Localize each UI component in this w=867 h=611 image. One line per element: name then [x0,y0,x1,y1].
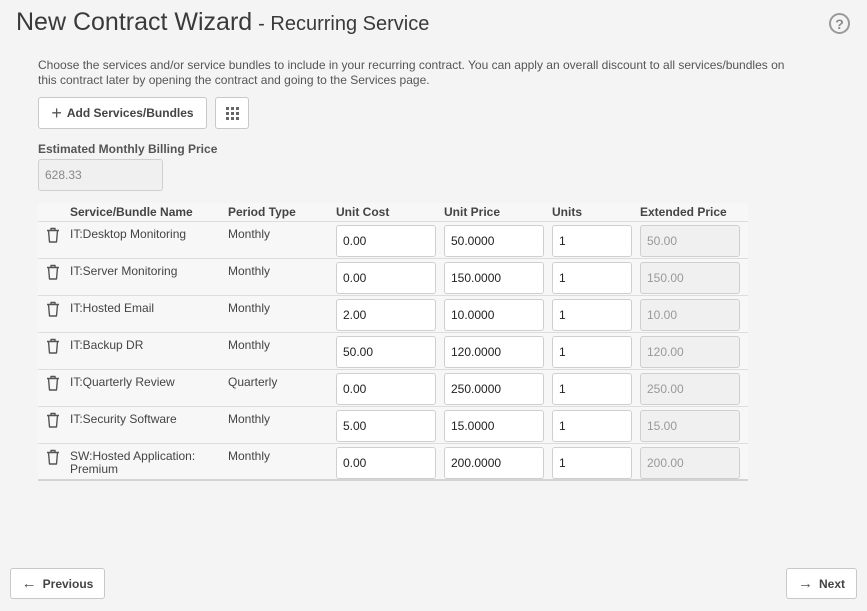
units-input[interactable]: 1 [552,373,632,405]
trash-icon[interactable] [46,264,60,280]
unit-cost-input[interactable]: 0.00 [336,262,436,294]
unit-price-input[interactable]: 120.0000 [444,336,544,368]
units-input[interactable]: 1 [552,299,632,331]
units-input[interactable]: 1 [552,447,632,479]
unit-price-input[interactable]: 200.0000 [444,447,544,479]
period-type: Monthly [228,338,271,352]
period-type: Monthly [228,227,271,241]
previous-label: Previous [42,576,94,591]
trash-icon[interactable] [46,449,60,465]
grid-view-button[interactable] [215,97,249,129]
unit-cost-input[interactable]: 0.00 [336,373,436,405]
table-row: IT:Quarterly Review Quarterly 0.00 250.0… [38,370,748,407]
service-name: SW:Hosted Application: Premium [70,449,196,476]
table-header: Service/Bundle Name Period Type Unit Cos… [38,203,748,222]
table-row: IT:Security Software Monthly 5.00 15.000… [38,407,748,444]
period-type: Monthly [228,412,271,426]
instructions-text: Choose the services and/or service bundl… [38,58,785,87]
help-icon[interactable]: ? [829,13,850,34]
page-subtitle: - Recurring Service [258,13,430,35]
table-row: SW:Hosted Application: Premium Monthly 0… [38,444,748,481]
unit-price-input[interactable]: 50.0000 [444,225,544,257]
arrow-left-icon: ← [21,575,37,592]
extended-price-field: 250.00 [640,373,740,405]
estimated-price-label: Estimated Monthly Billing Price [38,142,218,156]
service-name: IT:Quarterly Review [70,375,175,389]
table-row: IT:Hosted Email Monthly 2.00 10.0000 1 1… [38,296,748,333]
service-name: IT:Desktop Monitoring [70,227,187,241]
unit-price-input[interactable]: 15.0000 [444,410,544,442]
plus-icon: + [51,103,62,123]
next-label: Next [818,576,845,591]
grid-icon [225,106,239,120]
units-input[interactable]: 1 [552,336,632,368]
unit-price-input[interactable]: 150.0000 [444,262,544,294]
unit-price-input[interactable]: 10.0000 [444,299,544,331]
extended-price-field: 200.00 [640,447,740,479]
page-header: New Contract Wizard - Recurring Service [16,8,429,40]
page-title: New Contract Wizard [16,8,253,36]
services-table: Service/Bundle Name Period Type Unit Cos… [38,203,748,481]
unit-cost-input[interactable]: 50.00 [336,336,436,368]
unit-cost-input[interactable]: 2.00 [336,299,436,331]
service-name: IT:Server Monitoring [70,264,178,278]
trash-icon[interactable] [46,338,60,354]
unit-cost-input[interactable]: 0.00 [336,225,436,257]
header-name: Service/Bundle Name [70,205,193,219]
table-row: IT:Desktop Monitoring Monthly 0.00 50.00… [38,222,748,259]
table-row: IT:Backup DR Monthly 50.00 120.0000 1 12… [38,333,748,370]
extended-price-field: 15.00 [640,410,740,442]
header-unit-price: Unit Price [444,205,501,219]
trash-icon[interactable] [46,227,60,243]
header-units: Units [552,205,582,219]
table-row: IT:Server Monitoring Monthly 0.00 150.00… [38,259,748,296]
service-name: IT:Backup DR [70,338,144,352]
header-period-type: Period Type [228,205,296,219]
trash-icon[interactable] [46,301,60,317]
service-name: IT:Hosted Email [70,301,155,315]
extended-price-field: 50.00 [640,225,740,257]
period-type: Monthly [228,301,271,315]
unit-price-input[interactable]: 250.0000 [444,373,544,405]
units-input[interactable]: 1 [552,225,632,257]
units-input[interactable]: 1 [552,262,632,294]
arrow-right-icon: → [797,575,813,592]
period-type: Quarterly [228,375,278,389]
unit-cost-input[interactable]: 0.00 [336,447,436,479]
header-extended-price: Extended Price [640,205,727,219]
trash-icon[interactable] [46,412,60,428]
extended-price-field: 150.00 [640,262,740,294]
extended-price-field: 120.00 [640,336,740,368]
trash-icon[interactable] [46,375,60,391]
unit-cost-input[interactable]: 5.00 [336,410,436,442]
header-unit-cost: Unit Cost [336,205,390,219]
period-type: Monthly [228,264,271,278]
add-services-bundles-button[interactable]: + Add Services/Bundles [38,97,207,129]
estimated-price-field: 628.33 [38,159,163,191]
previous-button[interactable]: ← Previous [10,568,105,599]
units-input[interactable]: 1 [552,410,632,442]
service-name: IT:Security Software [70,412,177,426]
add-services-label: Add Services/Bundles [66,106,194,120]
period-type: Monthly [228,449,271,463]
extended-price-field: 10.00 [640,299,740,331]
next-button[interactable]: → Next [786,568,857,599]
